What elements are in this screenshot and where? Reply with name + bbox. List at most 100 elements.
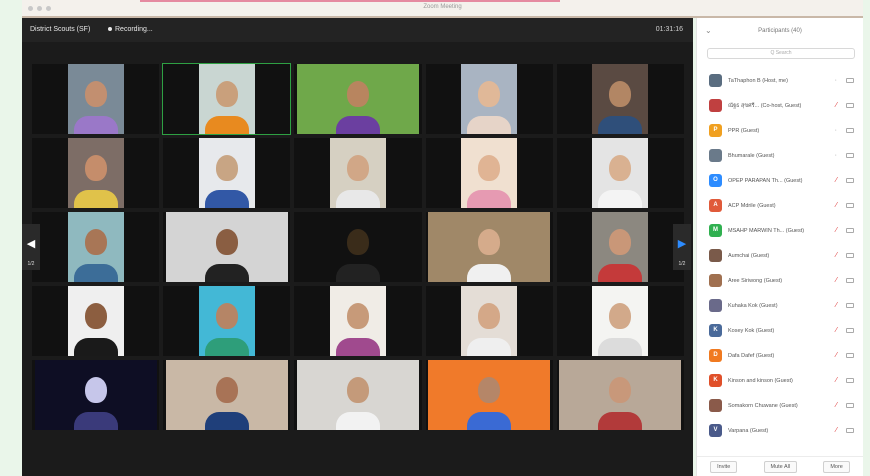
video-tile[interactable] — [32, 212, 160, 282]
mic-muted-icon[interactable]: ⁄ — [836, 352, 837, 359]
participant-row[interactable]: TaThaphon B (Host, me) · — [697, 68, 863, 93]
video-tile[interactable] — [294, 360, 422, 430]
video-tile[interactable] — [163, 286, 291, 356]
video-tile[interactable] — [556, 286, 684, 356]
mic-icon[interactable]: · — [835, 77, 837, 84]
mic-muted-icon[interactable]: ⁄ — [836, 252, 837, 259]
camera-icon[interactable] — [846, 128, 854, 133]
meeting-name[interactable]: District Scouts (SF) — [30, 26, 90, 33]
video-tile[interactable] — [556, 138, 684, 208]
mic-muted-icon[interactable]: ⁄ — [836, 302, 837, 309]
participant-torso — [73, 338, 118, 356]
participant-search-input[interactable]: Q Search — [707, 48, 855, 59]
participant-row[interactable]: M MSAHP MARWIN Th... (Guest) ⁄ — [697, 218, 863, 243]
window-title: Zoom Meeting — [423, 4, 462, 10]
camera-icon[interactable] — [846, 153, 854, 158]
mic-muted-icon[interactable]: ⁄ — [836, 202, 837, 209]
camera-icon[interactable] — [846, 403, 854, 408]
avatar — [709, 99, 722, 112]
video-tile[interactable] — [556, 360, 684, 430]
participant-row[interactable]: K Kosey Kok (Guest) ⁄ — [697, 318, 863, 343]
avatar — [709, 74, 722, 87]
participant-torso — [598, 412, 643, 430]
video-tile[interactable] — [294, 286, 422, 356]
video-tile[interactable] — [425, 286, 553, 356]
chevron-left-icon: ◀ — [26, 238, 36, 250]
camera-icon[interactable] — [846, 203, 854, 208]
camera-icon[interactable] — [846, 228, 854, 233]
mic-icon[interactable]: · — [835, 127, 837, 134]
camera-icon[interactable] — [846, 278, 854, 283]
participant-face — [215, 154, 238, 181]
video-tile[interactable] — [425, 64, 553, 134]
mic-muted-icon[interactable]: ⁄ — [836, 177, 837, 184]
mic-muted-icon[interactable]: ⁄ — [836, 277, 837, 284]
mic-muted-icon[interactable]: ⁄ — [836, 377, 837, 384]
invite-button[interactable]: Invite — [710, 460, 738, 473]
participant-row[interactable]: Aree Siriwong (Guest) ⁄ — [697, 268, 863, 293]
camera-icon[interactable] — [846, 328, 854, 333]
avatar: D — [709, 349, 722, 362]
participant-name: MSAHP MARWIN Th... (Guest) — [728, 227, 805, 234]
participant-torso — [598, 116, 643, 134]
camera-icon[interactable] — [846, 378, 854, 383]
mic-icon[interactable]: · — [835, 152, 837, 159]
video-tile[interactable] — [163, 360, 291, 430]
participant-row[interactable]: ณัฐธ สุขศรี... (Co-host, Guest) ⁄ — [697, 93, 863, 118]
mic-muted-icon[interactable]: ⁄ — [836, 327, 837, 334]
camera-icon[interactable] — [846, 353, 854, 358]
participant-row[interactable]: O OPEP PARAPAN Th... (Guest) ⁄ — [697, 168, 863, 193]
participant-row[interactable]: A ACP Mdrile (Guest) ⁄ — [697, 193, 863, 218]
video-tile[interactable] — [32, 360, 160, 430]
participant-row[interactable]: D Dafa Dafef (Guest) ⁄ — [697, 343, 863, 368]
camera-icon[interactable] — [846, 78, 854, 83]
video-tile[interactable] — [556, 64, 684, 134]
camera-icon[interactable] — [846, 253, 854, 258]
video-tile[interactable] — [32, 286, 160, 356]
more-button[interactable]: More — [823, 460, 850, 473]
mic-muted-icon[interactable]: ⁄ — [836, 102, 837, 109]
participant-torso — [204, 116, 249, 134]
recording-indicator[interactable]: Recording... — [108, 26, 153, 33]
camera-icon[interactable] — [846, 178, 854, 183]
video-tile[interactable] — [163, 212, 291, 282]
video-tile[interactable] — [294, 212, 422, 282]
participant-row[interactable]: P PPR (Guest) · — [697, 118, 863, 143]
video-tile[interactable] — [425, 138, 553, 208]
participant-row[interactable]: K Kinson and kinson (Guest) ⁄ — [697, 368, 863, 393]
next-page-button[interactable]: ▶ 1/2 — [673, 224, 691, 270]
participant-face — [478, 154, 501, 181]
participant-face — [478, 302, 501, 329]
participant-torso — [467, 116, 512, 134]
participant-row[interactable]: Bhumarale (Guest) · — [697, 143, 863, 168]
video-tile[interactable] — [425, 212, 553, 282]
participant-row[interactable]: Somakorn Chuwane (Guest) ⁄ — [697, 393, 863, 418]
participant-torso — [467, 338, 512, 356]
mute-all-button[interactable]: Mute All — [763, 460, 798, 473]
camera-icon[interactable] — [846, 428, 854, 433]
camera-icon[interactable] — [846, 103, 854, 108]
video-tile[interactable] — [163, 138, 291, 208]
previous-page-button[interactable]: ◀ 1/2 — [22, 224, 40, 270]
participant-video — [67, 64, 124, 134]
video-tile[interactable] — [556, 212, 684, 282]
mic-muted-icon[interactable]: ⁄ — [836, 227, 837, 234]
participant-video — [296, 64, 419, 134]
camera-icon[interactable] — [846, 303, 854, 308]
participant-row[interactable]: V Varpana (Guest) ⁄ — [697, 418, 863, 443]
meeting-timer: 01:31:16 — [655, 26, 683, 33]
participant-face — [346, 302, 369, 329]
participant-torso — [335, 338, 380, 356]
participant-row[interactable]: Aumchai (Guest) ⁄ — [697, 243, 863, 268]
participant-torso — [598, 190, 643, 208]
participant-name: Aumchai (Guest) — [728, 252, 770, 259]
video-tile[interactable] — [32, 138, 160, 208]
mic-muted-icon[interactable]: ⁄ — [836, 427, 837, 434]
video-tile[interactable] — [162, 63, 292, 135]
mic-muted-icon[interactable]: ⁄ — [836, 402, 837, 409]
video-tile[interactable] — [294, 64, 422, 134]
participant-row[interactable]: Kuhaka Kok (Guest) ⁄ — [697, 293, 863, 318]
video-tile[interactable] — [32, 64, 160, 134]
video-tile[interactable] — [425, 360, 553, 430]
video-tile[interactable] — [294, 138, 422, 208]
